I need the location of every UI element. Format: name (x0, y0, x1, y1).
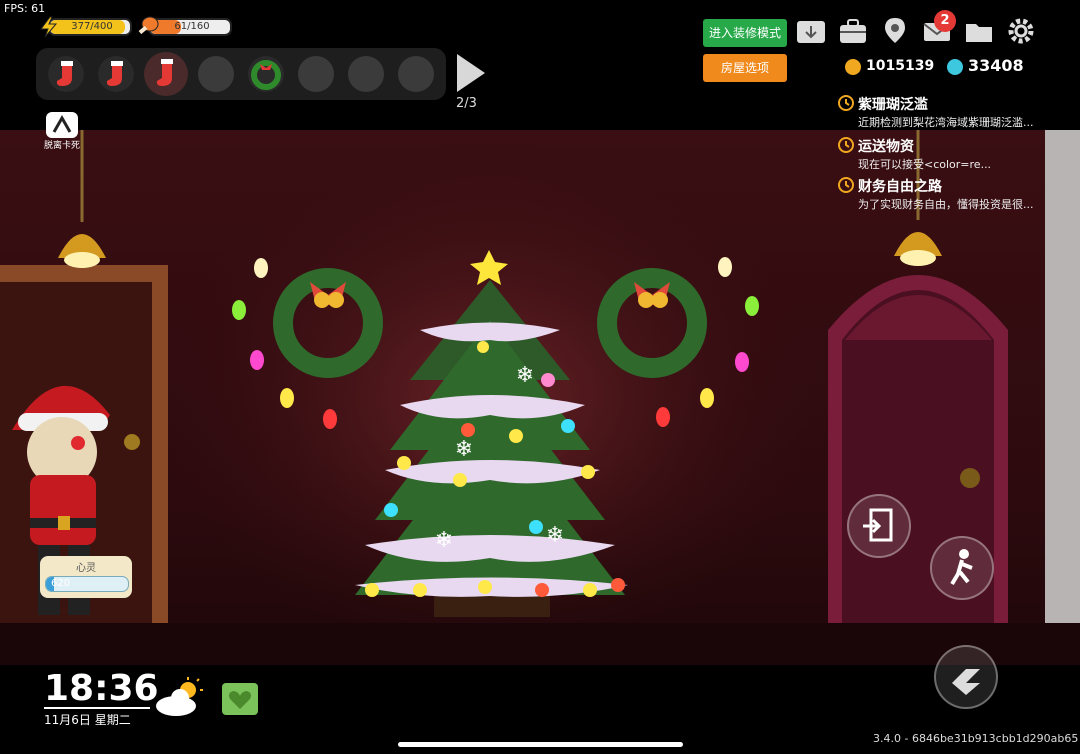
unstuck-icon (46, 112, 78, 138)
heart-buff-icon (229, 691, 251, 709)
clock-icon (838, 95, 854, 111)
stocking-icon (156, 59, 173, 86)
quest-item[interactable]: 紫珊瑚泛滥 近期检测到梨花湾海域紫珊瑚泛滥... (838, 94, 1078, 136)
mood-panel: 心灵 620 (40, 556, 132, 598)
hotbar-slot-1[interactable] (48, 56, 84, 92)
fps-counter: FPS: 61 (4, 2, 46, 15)
clock-icon (838, 137, 854, 153)
clock-divider (44, 707, 150, 709)
floor (0, 623, 1080, 665)
quest-title: 财务自由之路 (858, 179, 942, 195)
svg-text:❄: ❄ (455, 437, 473, 462)
partly-sunny-icon (156, 677, 203, 716)
unstuck-label: 脱离卡死 (43, 141, 80, 151)
unstuck-button[interactable]: 脱离卡死 (40, 110, 84, 151)
mood-value: 620 (51, 578, 71, 589)
wreath-icon (251, 60, 281, 90)
quest-desc: 为了实现财务自由，懂得投资是很... (858, 198, 1034, 211)
door-exit-icon (863, 508, 893, 542)
mood-label: 心灵 (76, 563, 96, 574)
hotbar (36, 48, 446, 100)
home-indicator[interactable] (398, 742, 683, 747)
svg-text:❄: ❄ (546, 523, 564, 548)
quest-item[interactable]: 运送物资 现在可以接受<color=re... (838, 136, 1078, 176)
walking-person-icon (950, 549, 973, 586)
hunger-text: 61/160 (174, 21, 210, 32)
hotbar-slot-2[interactable] (98, 56, 134, 92)
hotbar-slot-8[interactable] (398, 56, 434, 92)
svg-text:❄: ❄ (435, 528, 453, 553)
stocking-icon (56, 61, 73, 86)
interact-button[interactable] (930, 536, 994, 600)
mail-badge: 2 (934, 10, 956, 32)
decorate-mode-button[interactable]: 进入装修模式 (703, 19, 787, 47)
gem-balance: 33408 (968, 56, 1024, 75)
status-buff[interactable] (222, 683, 258, 715)
game-date: 11月6日 星期二 (44, 713, 131, 727)
quest-desc: 现在可以接受<color=re... (858, 158, 992, 171)
hotbar-slot-5[interactable] (248, 56, 284, 92)
quest-title: 运送物资 (858, 139, 914, 155)
folder-icon[interactable] (964, 16, 994, 46)
coin-balance: 1015139 (866, 58, 935, 74)
hotbar-slot-6[interactable] (298, 56, 334, 92)
briefcase-icon[interactable] (838, 16, 868, 46)
quest-title: 紫珊瑚泛滥 (858, 97, 928, 113)
gear-icon[interactable] (1006, 16, 1036, 46)
energy-stat: 377/400 (40, 16, 132, 38)
version-text: 3.4.0 - 6846be31b913cbb1d290ab65 (873, 732, 1079, 745)
energy-text: 377/400 (71, 21, 113, 32)
map-pin-icon[interactable] (880, 16, 910, 46)
sprint-icon (952, 669, 980, 695)
quest-list: 紫珊瑚泛滥 近期检测到梨花湾海域紫珊瑚泛滥... 运送物资 现在可以接受<col… (838, 94, 1078, 216)
game-clock: 18:36 (44, 668, 159, 709)
drumstick-icon (138, 16, 159, 35)
mood-bar: 620 (45, 576, 129, 592)
house-options-button[interactable]: 房屋选项 (703, 54, 787, 82)
coin-icon (845, 59, 861, 75)
quest-item[interactable]: 财务自由之路 为了实现财务自由，懂得投资是很... (838, 176, 1078, 216)
download-box-icon[interactable] (796, 16, 826, 46)
run-button[interactable] (934, 645, 998, 709)
stocking-icon (106, 61, 123, 86)
hotbar-slot-7[interactable] (348, 56, 384, 92)
hotbar-slot-4[interactable] (198, 56, 234, 92)
gem-icon (947, 59, 963, 75)
clock-icon (838, 177, 854, 193)
hotbar-slot-3-selected[interactable] (144, 52, 188, 96)
exit-door-button[interactable] (847, 494, 911, 558)
quest-desc: 近期检测到梨花湾海域紫珊瑚泛滥... (858, 116, 1034, 129)
lightning-icon (40, 16, 58, 38)
svg-text:❄: ❄ (516, 363, 534, 388)
hotbar-page: 2/3 (456, 96, 477, 111)
hunger-stat: 61/160 (138, 16, 232, 36)
next-page-arrow-icon[interactable] (455, 52, 487, 94)
